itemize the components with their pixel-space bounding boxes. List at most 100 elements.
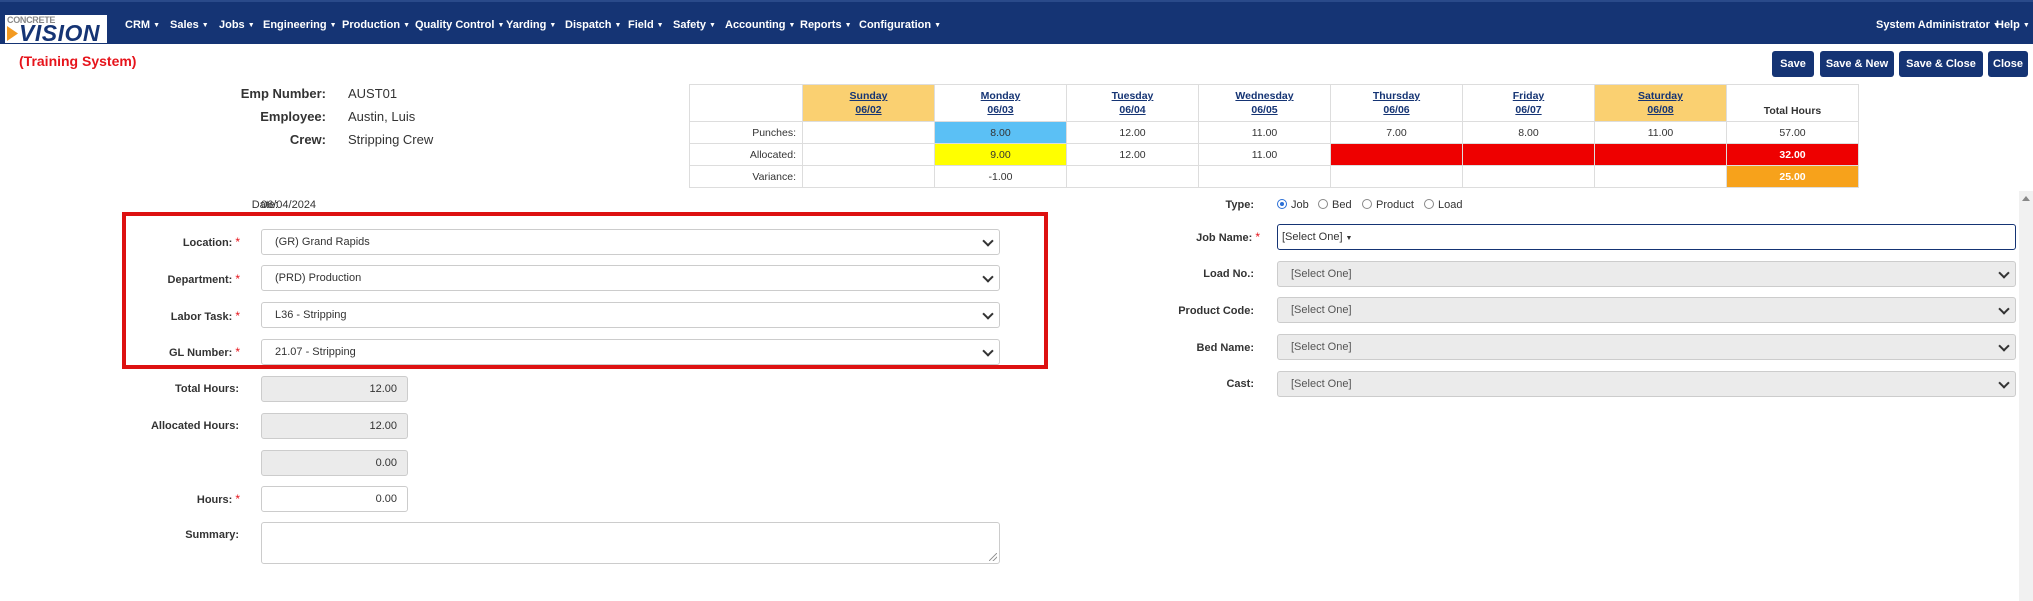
- product-code-label: Product Code:: [1178, 305, 1254, 317]
- vertical-scrollbar[interactable]: [2019, 191, 2033, 601]
- nav-dispatch[interactable]: Dispatch ▼: [565, 19, 621, 31]
- nav-user-menu[interactable]: System Administrator ▼: [1876, 19, 2000, 31]
- row-label: Variance:: [689, 165, 803, 188]
- nav-reports[interactable]: Reports ▼: [800, 19, 852, 31]
- summary-textarea[interactable]: [261, 522, 1000, 564]
- day-header-saturday[interactable]: Saturday 06/08: [1594, 84, 1727, 122]
- caret-down-icon: ▼: [1345, 235, 1353, 242]
- load-no-select[interactable]: [Select One]: [1277, 261, 2016, 287]
- caret-down-icon: ▼: [201, 22, 209, 29]
- remaining-hours-field: 0.00: [261, 450, 408, 476]
- chevron-down-icon: [1998, 303, 2010, 315]
- caret-down-icon: ▼: [549, 22, 557, 29]
- nav-engineering[interactable]: Engineering ▼: [263, 19, 337, 31]
- table-cell: [1462, 143, 1595, 166]
- table-cell: 8.00: [934, 121, 1067, 144]
- total-cell: 25.00: [1726, 165, 1859, 188]
- table-cell: [1330, 143, 1463, 166]
- caret-down-icon: ▼: [247, 22, 255, 29]
- nav-jobs[interactable]: Jobs ▼: [219, 19, 255, 31]
- date-label: Date:: [251, 199, 278, 211]
- table-cell: [802, 143, 935, 166]
- job-name-label: Job Name: *: [1196, 230, 1260, 244]
- day-header-thursday[interactable]: Thursday 06/06: [1330, 84, 1463, 122]
- table-cell: [1594, 143, 1727, 166]
- day-header-sunday[interactable]: Sunday 06/02: [802, 84, 935, 122]
- variance-row: Variance: -1.00 25.00: [689, 165, 1859, 188]
- nav-help[interactable]: Help ▼: [1996, 19, 2030, 31]
- save-and-new-button[interactable]: Save & New: [1820, 51, 1894, 77]
- hours-input[interactable]: 0.00: [261, 486, 408, 512]
- training-system-label: (Training System): [19, 53, 137, 69]
- allocated-hours-label: Allocated Hours:: [150, 420, 239, 432]
- radio-icon: [1318, 199, 1328, 209]
- day-header-friday[interactable]: Friday 06/07: [1462, 84, 1595, 122]
- table-corner: [689, 84, 803, 122]
- bed-name-select[interactable]: [Select One]: [1277, 334, 2016, 360]
- caret-down-icon: ▼: [788, 22, 796, 29]
- table-cell: [1462, 165, 1595, 188]
- punches-row: Punches: 8.00 12.00 11.00 7.00 8.00 11.0…: [689, 121, 1859, 144]
- type-radio-load[interactable]: Load: [1424, 199, 1462, 211]
- caret-down-icon: ▼: [403, 22, 410, 29]
- total-cell: 57.00: [1726, 121, 1859, 144]
- row-label: Punches:: [689, 121, 803, 144]
- nav-quality-control[interactable]: Quality Control ▼: [415, 19, 504, 31]
- radio-selected-icon: [1277, 199, 1287, 209]
- cast-select[interactable]: [Select One]: [1277, 371, 2016, 397]
- table-cell: 7.00: [1330, 121, 1463, 144]
- total-hours-field: 12.00: [261, 376, 408, 402]
- table-cell: [1594, 165, 1727, 188]
- nav-accounting[interactable]: Accounting ▼: [725, 19, 795, 31]
- table-cell: 9.00: [934, 143, 1067, 166]
- table-cell: 12.00: [1066, 143, 1199, 166]
- table-cell: [1066, 165, 1199, 188]
- app-logo[interactable]: CONCRETE VISION: [5, 15, 107, 43]
- top-navbar: CONCRETE VISION CRM ▼ Sales ▼ Jobs ▼ Engine…: [0, 0, 2033, 44]
- nav-safety[interactable]: Safety ▼: [673, 19, 716, 31]
- logo-big-text: VISION: [19, 20, 100, 43]
- type-radio-job[interactable]: Job: [1277, 199, 1309, 211]
- product-code-select[interactable]: [Select One]: [1277, 297, 2016, 323]
- day-header-wednesday[interactable]: Wednesday 06/05: [1198, 84, 1331, 122]
- row-label: Allocated:: [689, 143, 803, 166]
- logo-mark-icon: [7, 26, 18, 41]
- cast-label: Cast:: [1226, 378, 1254, 390]
- table-cell: 12.00: [1066, 121, 1199, 144]
- hours-label: Hours: *: [196, 492, 240, 506]
- day-header-monday[interactable]: Monday 06/03: [934, 84, 1067, 122]
- type-label: Type:: [1225, 199, 1254, 211]
- load-no-label: Load No.:: [1203, 268, 1254, 280]
- nav-field[interactable]: Field ▼: [628, 19, 664, 31]
- save-and-close-button[interactable]: Save & Close: [1899, 51, 1983, 77]
- caret-down-icon: ▼: [614, 22, 622, 29]
- table-cell: [1198, 165, 1331, 188]
- nav-crm[interactable]: CRM ▼: [125, 19, 160, 31]
- close-button[interactable]: Close: [1988, 51, 2028, 77]
- caret-down-icon: ▼: [329, 22, 337, 29]
- radio-icon: [1362, 199, 1372, 209]
- type-radio-bed[interactable]: Bed: [1318, 199, 1352, 211]
- allocated-hours-field: 12.00: [261, 413, 408, 439]
- chevron-down-icon: [1998, 267, 2010, 279]
- nav-sales[interactable]: Sales ▼: [170, 19, 209, 31]
- allocated-row: Allocated: 9.00 12.00 11.00 32.00: [689, 143, 1859, 166]
- nav-yarding[interactable]: Yarding ▼: [506, 19, 556, 31]
- table-cell: 11.00: [1198, 121, 1331, 144]
- scroll-up-icon[interactable]: [2022, 196, 2030, 201]
- date-value: 06/04/2024: [261, 199, 317, 211]
- table-cell: 11.00: [1594, 121, 1727, 144]
- caret-down-icon: ▼: [153, 22, 160, 29]
- caret-down-icon: ▼: [497, 22, 505, 29]
- resize-grip-icon[interactable]: [989, 553, 997, 561]
- bed-name-label: Bed Name:: [1196, 342, 1254, 354]
- day-header-tuesday[interactable]: Tuesday 06/04: [1066, 84, 1199, 122]
- chevron-down-icon: [1998, 377, 2010, 389]
- total-cell: 32.00: [1726, 143, 1859, 166]
- type-radio-product[interactable]: Product: [1362, 199, 1414, 211]
- save-button[interactable]: Save: [1772, 51, 1814, 77]
- nav-configuration[interactable]: Configuration ▼: [859, 19, 941, 31]
- nav-production[interactable]: Production ▼: [342, 19, 410, 31]
- job-name-select[interactable]: [Select One] ▼: [1277, 224, 2016, 250]
- crew-label: Crew:: [289, 132, 326, 147]
